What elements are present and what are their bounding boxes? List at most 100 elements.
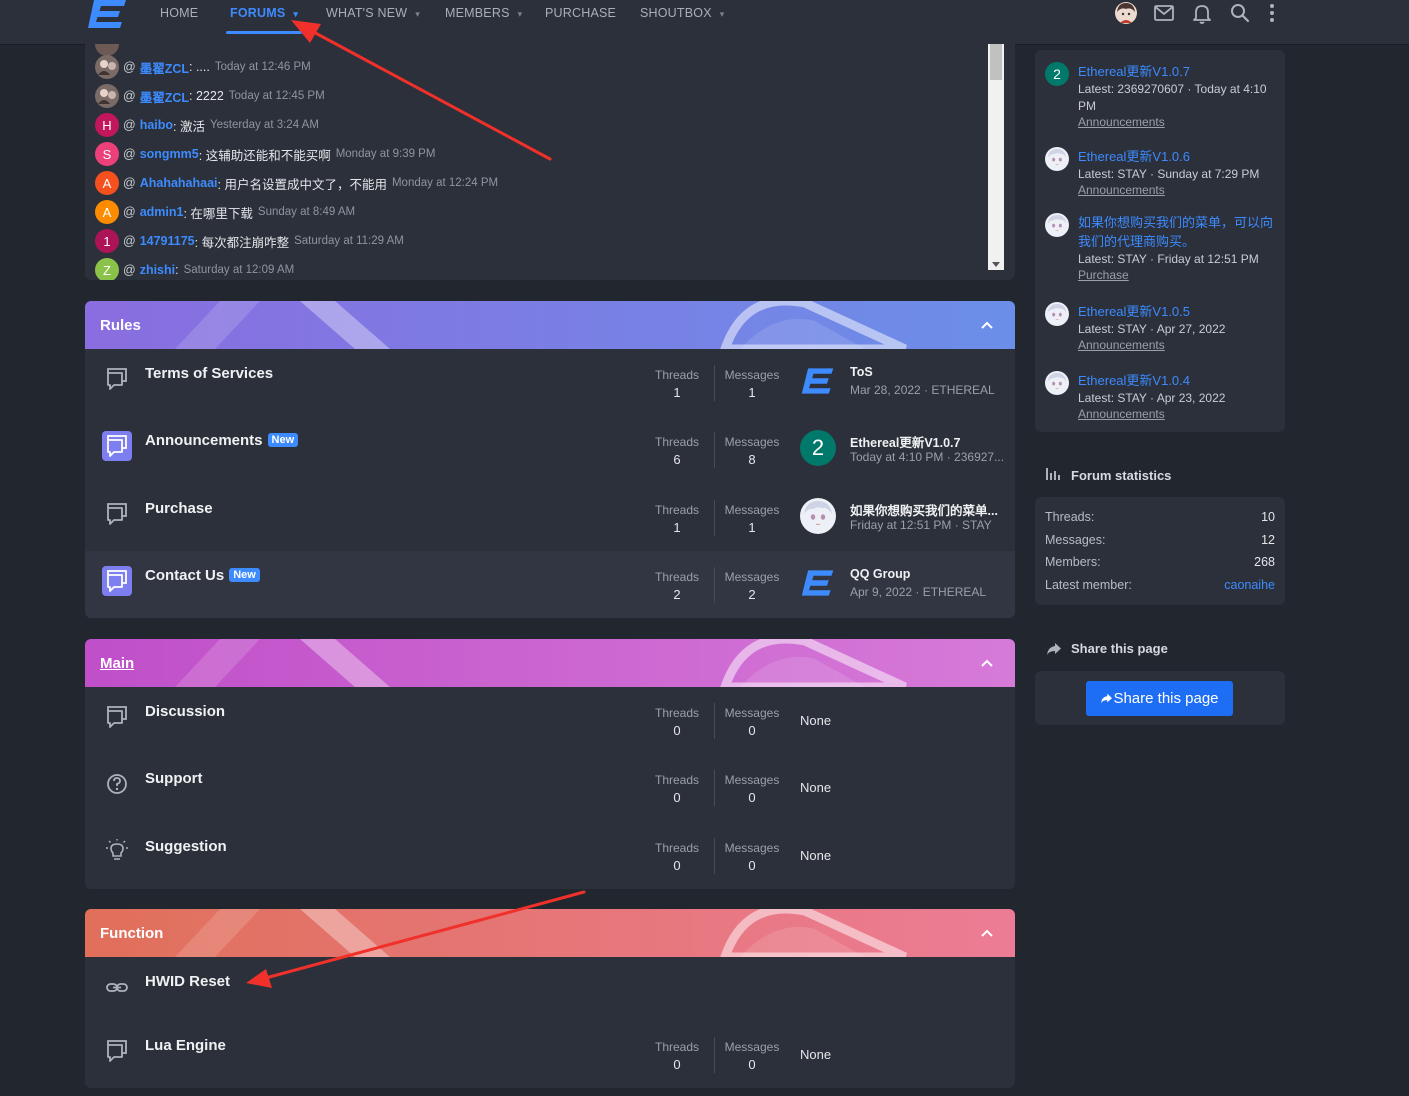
- last-post[interactable]: ToS Mar 28, 2022 · ETHEREAL: [800, 363, 1010, 403]
- last-post-meta[interactable]: Apr 9, 2022 · ETHEREAL: [850, 585, 1005, 599]
- shout-username[interactable]: songmm5: [140, 147, 199, 161]
- nav-shoutbox[interactable]: SHOUTBOX ▾: [640, 6, 724, 20]
- forum-icon[interactable]: [102, 1036, 132, 1066]
- question-icon[interactable]: [102, 769, 132, 799]
- last-post-meta[interactable]: Today at 4:10 PM · 236927...: [850, 450, 1005, 464]
- forum-title[interactable]: Contact Us New: [145, 567, 260, 584]
- forum-title[interactable]: Terms of Services: [145, 365, 273, 382]
- bell-icon[interactable]: [1191, 2, 1213, 24]
- forum-icon[interactable]: [102, 431, 132, 461]
- forum-icon[interactable]: [102, 364, 132, 394]
- forum-title-text[interactable]: Terms of Services: [145, 365, 273, 382]
- forum-icon[interactable]: [102, 702, 132, 732]
- avatar[interactable]: Z: [95, 258, 119, 280]
- forum-node[interactable]: Purchase Threads 1 Messages 1 如果你想购买我们的菜单... F…: [85, 484, 1015, 551]
- latest-thread-title[interactable]: Ethereal更新V1.0.6: [1078, 147, 1278, 166]
- forum-title[interactable]: Announcements New: [145, 432, 299, 449]
- shout-time[interactable]: Sunday at 8:49 AM: [258, 206, 355, 218]
- latest-thread-forum[interactable]: Announcements: [1078, 407, 1165, 421]
- shout-username[interactable]: 墨翟ZCL: [140, 58, 189, 77]
- last-post-title[interactable]: Ethereal更新V1.0.7: [850, 432, 1000, 451]
- category-title[interactable]: Rules: [100, 317, 141, 334]
- forum-title-text[interactable]: Announcements: [145, 432, 263, 449]
- avatar[interactable]: 1: [95, 229, 119, 253]
- avatar[interactable]: [1045, 147, 1069, 171]
- forum-node[interactable]: Suggestion Threads 0 Messages 0 None: [85, 822, 1015, 889]
- last-post-title[interactable]: ToS: [850, 365, 1000, 379]
- shout-username[interactable]: 14791175: [140, 234, 195, 248]
- user-avatar[interactable]: [1114, 1, 1138, 25]
- shout-time[interactable]: Today at 12:45 PM: [229, 90, 325, 102]
- avatar[interactable]: A: [95, 200, 119, 224]
- forum-title[interactable]: Lua Engine: [145, 1037, 226, 1054]
- category-title[interactable]: Function: [100, 925, 163, 942]
- latest-thread-title[interactable]: Ethereal更新V1.0.7: [1078, 62, 1278, 81]
- mail-icon[interactable]: [1153, 2, 1175, 24]
- shoutbox-scrollbar[interactable]: [988, 44, 1004, 270]
- forum-title-text[interactable]: Support: [145, 770, 203, 787]
- shout-username[interactable]: 墨翟ZCL: [140, 87, 189, 106]
- forum-node[interactable]: Lua Engine Threads 0 Messages 0 None: [85, 1021, 1015, 1088]
- avatar[interactable]: A: [95, 171, 119, 195]
- forum-title[interactable]: Discussion: [145, 703, 225, 720]
- avatar[interactable]: [1045, 302, 1069, 326]
- category-header[interactable]: Function: [85, 909, 1015, 957]
- forum-title-text[interactable]: Suggestion: [145, 838, 227, 855]
- nav-what-s-new[interactable]: WHAT'S NEW ▾: [326, 6, 420, 20]
- nav-purchase[interactable]: PURCHASE: [545, 6, 616, 20]
- avatar[interactable]: [800, 498, 836, 534]
- forum-title-text[interactable]: Purchase: [145, 500, 213, 517]
- latest-thread-forum[interactable]: Purchase: [1078, 268, 1129, 282]
- last-post[interactable]: 如果你想购买我们的菜单... Friday at 12:51 PM · STAY: [800, 498, 1010, 538]
- shout-username[interactable]: Ahahahahaai: [140, 176, 218, 190]
- chevron-up-icon[interactable]: [977, 923, 997, 943]
- shout-username[interactable]: admin1: [140, 205, 184, 219]
- forum-title[interactable]: Support: [145, 770, 203, 787]
- more-vertical-icon[interactable]: [1261, 2, 1283, 24]
- forum-title[interactable]: Purchase: [145, 500, 213, 517]
- forum-title-text[interactable]: Discussion: [145, 703, 225, 720]
- shout-username[interactable]: zhishi: [140, 263, 175, 277]
- shout-time[interactable]: Monday at 12:24 PM: [392, 177, 498, 189]
- avatar[interactable]: [1045, 213, 1069, 237]
- latest-thread-forum[interactable]: Announcements: [1078, 115, 1165, 129]
- chevron-up-icon[interactable]: [977, 653, 997, 673]
- forum-title-text[interactable]: HWID Reset: [145, 973, 230, 990]
- share-page-button[interactable]: Share this page: [1086, 681, 1233, 716]
- forum-icon[interactable]: [102, 499, 132, 529]
- last-post-title[interactable]: 如果你想购买我们的菜单...: [850, 500, 1000, 519]
- nav-forums[interactable]: FORUMS ▾: [230, 6, 298, 20]
- latest-thread-forum[interactable]: Announcements: [1078, 183, 1165, 197]
- latest-thread-title[interactable]: Ethereal更新V1.0.5: [1078, 302, 1278, 321]
- category-header[interactable]: Main: [85, 639, 1015, 687]
- avatar[interactable]: [95, 84, 119, 108]
- avatar[interactable]: [800, 565, 836, 601]
- avatar[interactable]: [95, 55, 119, 79]
- forum-title-text[interactable]: Contact Us: [145, 567, 224, 584]
- last-post[interactable]: 2 Ethereal更新V1.0.7 Today at 4:10 PM · 2369…: [800, 430, 1010, 470]
- avatar[interactable]: [1045, 371, 1069, 395]
- forum-node[interactable]: Support Threads 0 Messages 0 None: [85, 754, 1015, 821]
- forum-node[interactable]: Discussion Threads 0 Messages 0 None: [85, 687, 1015, 754]
- shout-time[interactable]: Saturday at 12:09 AM: [184, 264, 295, 276]
- last-post-meta[interactable]: Mar 28, 2022 · ETHEREAL: [850, 383, 1005, 397]
- latest-thread-forum[interactable]: Announcements: [1078, 338, 1165, 352]
- forum-title[interactable]: HWID Reset: [145, 973, 230, 990]
- forum-node[interactable]: Contact Us New Threads 2 Messages 2 QQ Group Ap…: [85, 551, 1015, 618]
- shout-username[interactable]: haibo: [140, 118, 173, 132]
- forum-node[interactable]: Terms of Services Threads 1 Messages 1 ToS Mar…: [85, 349, 1015, 416]
- link-icon[interactable]: [102, 972, 132, 1002]
- avatar[interactable]: 2: [1045, 62, 1069, 86]
- forum-node[interactable]: Announcements New Threads 6 Messages 8 2 Ethere…: [85, 416, 1015, 483]
- nav-home[interactable]: HOME: [160, 6, 198, 20]
- forum-title[interactable]: Suggestion: [145, 838, 227, 855]
- shout-time[interactable]: Today at 12:46 PM: [215, 61, 311, 73]
- avatar[interactable]: S: [95, 142, 119, 166]
- site-logo[interactable]: [88, 0, 128, 28]
- shout-time[interactable]: Saturday at 11:29 AM: [294, 235, 404, 247]
- shout-time[interactable]: Yesterday at 3:24 AM: [210, 119, 319, 131]
- search-icon[interactable]: [1229, 2, 1251, 24]
- last-post-meta[interactable]: Friday at 12:51 PM · STAY: [850, 518, 1005, 532]
- scrollbar-thumb[interactable]: [990, 44, 1002, 80]
- forum-node[interactable]: HWID Reset: [85, 957, 1015, 1024]
